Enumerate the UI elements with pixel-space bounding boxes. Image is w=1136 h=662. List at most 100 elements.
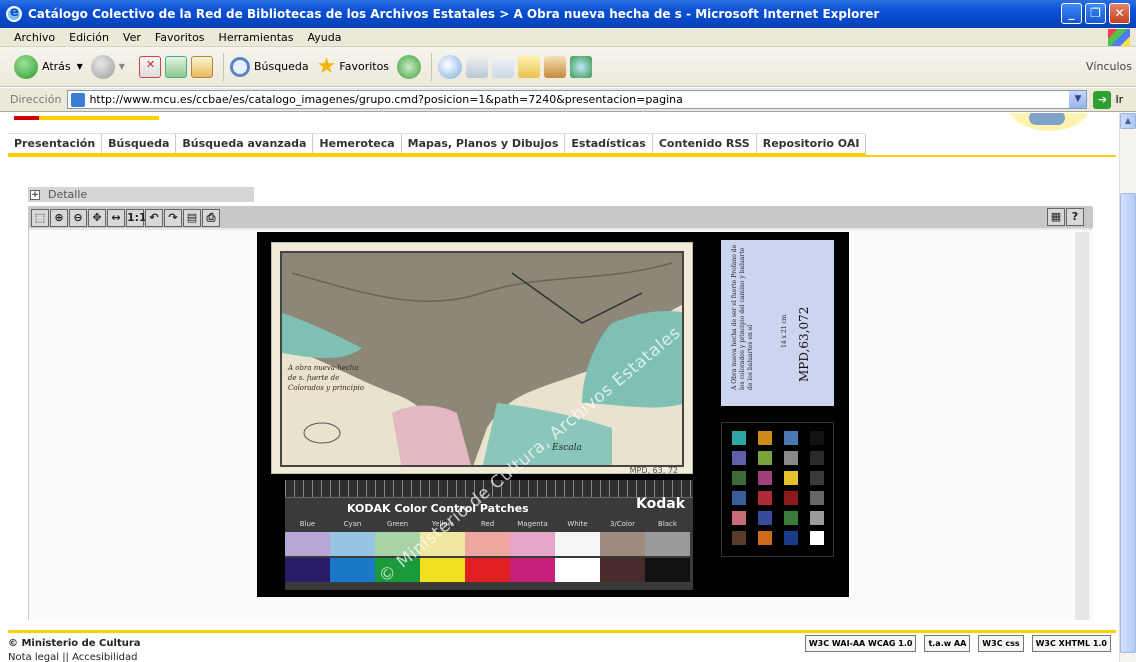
menu-herramientas[interactable]: Herramientas: [219, 31, 294, 44]
page-footer: © Ministerio de Cultura Nota legal || Ac…: [8, 637, 141, 662]
site-logo: [1009, 113, 1089, 131]
mail-icon[interactable]: [438, 54, 463, 79]
history-icon[interactable]: [397, 54, 422, 79]
address-label: Dirección: [10, 93, 62, 106]
back-button[interactable]: Atrás ▼: [14, 54, 83, 79]
nav-estadisticas[interactable]: Estadísticas: [565, 134, 653, 153]
messenger-icon[interactable]: [570, 55, 593, 78]
footer-divider: [8, 630, 1116, 633]
page-scrollbar[interactable]: ▲: [1119, 113, 1136, 662]
color-swatch-card: [721, 422, 834, 557]
kodak-patch-name: Magenta: [517, 520, 548, 528]
thumbnails-icon[interactable]: ▦: [1047, 208, 1065, 226]
wai-aa-badge[interactable]: W3C WAI-AA WCAG 1.0: [804, 635, 917, 652]
standard-toolbar: Atrás ▼ ▼ ✕ Búsqueda ★ Favoritos: [0, 47, 1136, 87]
w3c-css-badge[interactable]: W3C css: [978, 635, 1024, 652]
favorites-button[interactable]: ★ Favoritos: [316, 53, 390, 79]
address-input[interactable]: http://www.mcu.es/ccbae/es/catalogo_imag…: [67, 90, 1088, 109]
rotate-left-icon[interactable]: ↶: [145, 208, 163, 227]
forward-button[interactable]: ▼: [90, 54, 125, 79]
home-icon[interactable]: [190, 55, 213, 78]
search-button[interactable]: Búsqueda: [229, 56, 309, 77]
go-arrow-icon: ➔: [1093, 90, 1112, 109]
taw-badge[interactable]: t.a.w AA: [924, 635, 971, 652]
nav-presentacion[interactable]: Presentación: [8, 134, 103, 153]
kodak-title: KODAK Color Control Patches: [347, 502, 529, 515]
footer-links[interactable]: Nota legal || Accesibilidad: [8, 651, 141, 662]
kodak-patch-name: Green: [386, 520, 409, 528]
print-icon[interactable]: ⎙: [202, 208, 220, 227]
actual-size-icon[interactable]: 1:1: [126, 208, 147, 227]
document-scan: A obra nueva hecha de s. fuerte de Color…: [257, 232, 849, 597]
scroll-up-icon[interactable]: ▲: [1120, 113, 1136, 129]
kodak-patch-names: Blue Cyan Green Yellow Red Magenta White…: [285, 520, 693, 530]
page-viewport: Presentación Búsqueda Búsqueda avanzada …: [0, 113, 1119, 662]
save-icon[interactable]: ▤: [183, 208, 201, 227]
map-drawing: A obra nueva hecha de s. fuerte de Color…: [280, 251, 684, 467]
zoom-out-icon[interactable]: ⊖: [69, 208, 87, 227]
w3c-xhtml-badge[interactable]: W3C XHTML 1.0: [1031, 635, 1111, 652]
viewer-scrollbar[interactable]: [1075, 232, 1089, 620]
menu-ayuda[interactable]: Ayuda: [307, 31, 341, 44]
nav-oai[interactable]: Repositorio OAI: [757, 134, 867, 153]
archive-label-card: A Obra nueva hecha de ser el fuerte Prof…: [721, 240, 834, 406]
ie-logo-icon: [6, 5, 22, 22]
accessibility-badges: W3C WAI-AA WCAG 1.0 t.a.w AA W3C css W3C…: [797, 635, 1111, 652]
help-icon[interactable]: ?: [1066, 208, 1084, 226]
viewer-toolbar: ⬚ ⊕ ⊖ ✥ ↔ 1:1 ↶ ↷ ▤ ⎙ ▦ ?: [29, 207, 1093, 228]
scrollbar-thumb[interactable]: [1120, 193, 1136, 653]
menu-favoritos[interactable]: Favoritos: [155, 31, 205, 44]
map-illustration: [282, 253, 682, 465]
minimize-button[interactable]: _: [1061, 3, 1082, 24]
star-icon: ★: [316, 53, 337, 79]
nav-busqueda[interactable]: Búsqueda: [102, 134, 177, 153]
links-label[interactable]: Vínculos: [1086, 60, 1132, 73]
kodak-patch-name: Cyan: [343, 520, 362, 528]
maximize-button[interactable]: ❐: [1085, 3, 1106, 24]
research-icon[interactable]: [544, 55, 567, 78]
toolbar-separator: [222, 52, 224, 81]
edit-icon[interactable]: [492, 55, 515, 78]
nav-busqueda-avanzada[interactable]: Búsqueda avanzada: [176, 134, 314, 153]
refresh-icon[interactable]: [164, 55, 187, 78]
chevron-down-icon[interactable]: ▼: [1069, 91, 1087, 108]
viewer-canvas[interactable]: A obra nueva hecha de s. fuerte de Color…: [29, 230, 1093, 620]
zoom-in-icon[interactable]: ⊕: [50, 208, 68, 227]
go-button[interactable]: ➔ Ir: [1093, 90, 1124, 109]
pan-icon[interactable]: ✥: [88, 208, 106, 227]
kodak-patch-name: Black: [658, 520, 677, 528]
go-label: Ir: [1115, 93, 1124, 106]
window-title: Catálogo Colectivo de la Red de Bibliote…: [28, 7, 880, 21]
forward-arrow-icon: [90, 54, 115, 79]
select-icon[interactable]: ⬚: [31, 208, 49, 227]
page-icon: [71, 92, 86, 107]
browser-window: Catálogo Colectivo de la Red de Bibliote…: [0, 0, 1136, 662]
menu-ver[interactable]: Ver: [123, 31, 141, 44]
nav-hemeroteca[interactable]: Hemeroteca: [313, 134, 402, 153]
nav-mapas[interactable]: Mapas, Planos y Dibujos: [402, 134, 566, 153]
site-nav: Presentación Búsqueda Búsqueda avanzada …: [8, 133, 867, 155]
windows-logo-icon: [1108, 29, 1130, 46]
close-button[interactable]: ✕: [1109, 3, 1130, 24]
menu-edicion[interactable]: Edición: [69, 31, 109, 44]
detalle-toggle[interactable]: + Detalle: [28, 187, 254, 202]
nav-rss[interactable]: Contenido RSS: [653, 134, 757, 153]
stop-icon[interactable]: ✕: [138, 55, 161, 78]
kodak-brand: Kodak: [636, 496, 685, 512]
title-bar: Catálogo Colectivo de la Red de Bibliote…: [0, 0, 1136, 28]
footer-copyright: © Ministerio de Cultura: [8, 638, 141, 649]
back-arrow-icon: [14, 54, 38, 79]
print-icon[interactable]: [466, 55, 489, 78]
site-flag-strip: [14, 116, 159, 120]
label-description: A Obra nueva hecha de ser el fuerte Prof…: [731, 244, 754, 390]
rotate-right-icon[interactable]: ↷: [164, 208, 182, 227]
discuss-icon[interactable]: [518, 55, 541, 78]
menu-archivo[interactable]: Archivo: [14, 31, 55, 44]
kodak-patch-name: Blue: [299, 520, 316, 528]
search-icon: [229, 56, 250, 77]
detalle-label: Detalle: [48, 188, 88, 201]
kodak-patch-name: 3/Color: [609, 520, 636, 528]
favorites-label: Favoritos: [339, 60, 390, 73]
address-bar: Dirección http://www.mcu.es/ccbae/es/cat…: [0, 88, 1136, 112]
fit-width-icon[interactable]: ↔: [107, 208, 125, 227]
